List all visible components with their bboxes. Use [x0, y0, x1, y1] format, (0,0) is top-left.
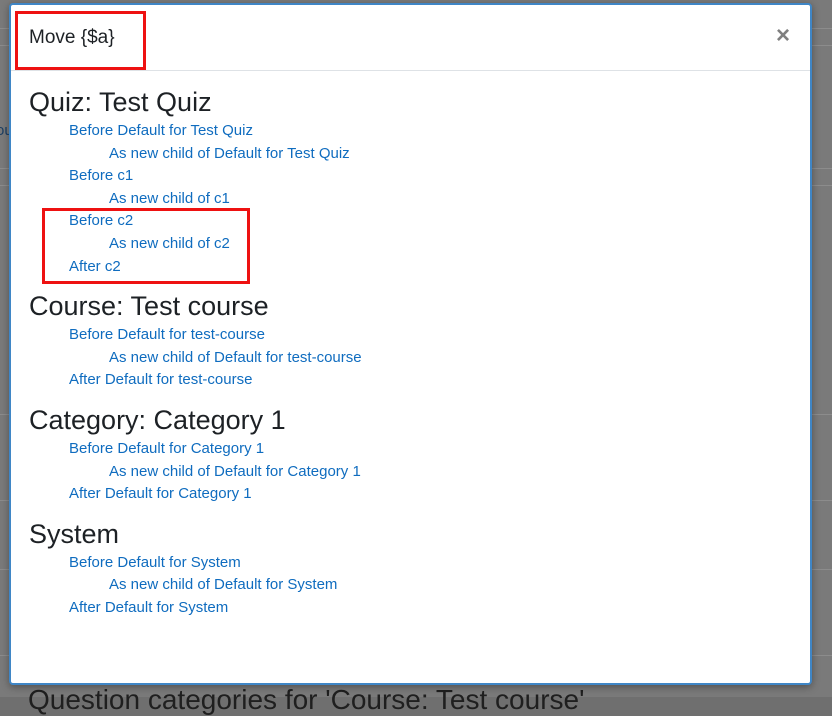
dialog-title: Move {$a} — [29, 27, 115, 48]
move-target-item: After Default for test-course — [29, 369, 792, 392]
move-target-link[interactable]: Before c1 — [69, 167, 133, 184]
move-target-list: Before Default for test-course As new chi… — [29, 324, 792, 392]
category-context-section: Category: Category 1 Before Default for C… — [29, 405, 792, 506]
background-page-heading: Question categories for 'Course: Test co… — [28, 684, 585, 715]
dialog-body: Quiz: Test Quiz Before Default for Test Q… — [29, 87, 792, 620]
move-target-link[interactable]: After Default for Category 1 — [69, 485, 252, 502]
move-target-link[interactable]: Before Default for test-course — [69, 326, 265, 343]
move-target-item: As new child of Default for System — [29, 574, 792, 597]
move-target-list: Before Default for Category 1 As new chil… — [29, 438, 792, 506]
move-target-item: Before Default for test-course — [29, 324, 792, 347]
move-target-link[interactable]: As new child of c2 — [109, 235, 230, 252]
move-target-link[interactable]: Before c2 — [69, 212, 133, 229]
move-target-item: As new child of Default for Test Quiz — [29, 143, 792, 166]
move-target-link[interactable]: As new child of Default for System — [109, 576, 337, 593]
dialog-header: Move {$a} × — [11, 5, 810, 71]
move-target-link[interactable]: As new child of Default for Category 1 — [109, 463, 361, 480]
move-target-item: Before Default for Category 1 — [29, 438, 792, 461]
move-target-link[interactable]: Before Default for Test Quiz — [69, 122, 253, 139]
context-heading: System — [29, 518, 120, 549]
move-target-item: Before Default for System — [29, 552, 792, 575]
move-target-item: As new child of Default for test-course — [29, 347, 792, 370]
move-target-item: As new child of Default for Category 1 — [29, 461, 792, 484]
move-target-link[interactable]: As new child of Default for Test Quiz — [109, 145, 350, 162]
move-target-item: As new child of c1 — [29, 188, 792, 211]
move-target-item: After c2 — [29, 256, 792, 279]
move-target-link[interactable]: After Default for test-course — [69, 371, 252, 388]
move-target-link[interactable]: Before Default for Category 1 — [69, 440, 264, 457]
move-target-list: Before Default for Test Quiz As new child… — [29, 120, 792, 278]
context-heading: Category: Category 1 — [29, 404, 286, 435]
move-target-item: After Default for System — [29, 597, 792, 620]
category-context-section: System Before Default for System As new ch… — [29, 519, 792, 620]
move-target-link[interactable]: After c2 — [69, 258, 121, 275]
category-context-section: Course: Test course Before Default for te… — [29, 291, 792, 392]
context-heading: Course: Test course — [29, 291, 269, 322]
category-context-section: Quiz: Test Quiz Before Default for Test Q… — [29, 87, 792, 278]
move-category-dialog: Move {$a} × Quiz: Test Quiz Before Defaul… — [9, 3, 812, 685]
move-target-item: Before Default for Test Quiz — [29, 120, 792, 143]
move-target-list: Before Default for System As new child of… — [29, 552, 792, 620]
move-target-link[interactable]: As new child of c1 — [109, 190, 230, 207]
context-heading: Quiz: Test Quiz — [29, 87, 212, 117]
move-target-item: As new child of c2 — [29, 233, 792, 256]
move-target-item: After Default for Category 1 — [29, 483, 792, 506]
move-target-item: Before c2 — [29, 210, 792, 233]
close-icon[interactable]: × — [772, 23, 794, 49]
move-target-item: Before c1 — [29, 165, 792, 188]
move-target-link[interactable]: Before Default for System — [69, 554, 241, 571]
move-target-link[interactable]: As new child of Default for test-course — [109, 349, 362, 366]
move-target-link[interactable]: After Default for System — [69, 599, 228, 616]
